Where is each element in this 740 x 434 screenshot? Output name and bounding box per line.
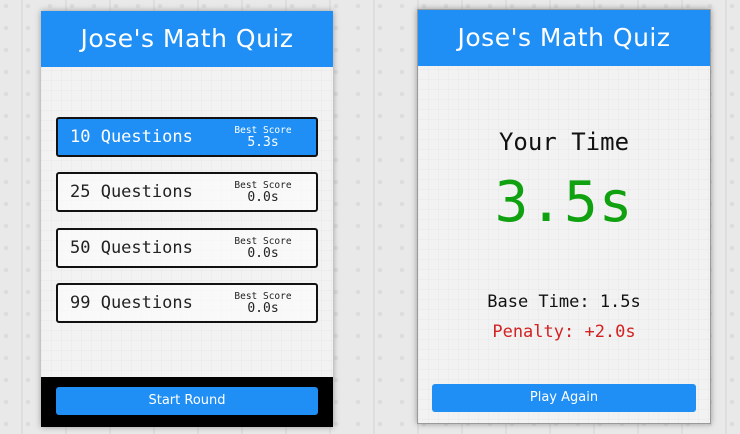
best-score: Best Score 5.3s (228, 125, 298, 150)
option-10-questions[interactable]: 10 Questions Best Score 5.3s (56, 117, 318, 157)
option-label: 10 Questions (70, 127, 193, 147)
option-label: 50 Questions (70, 238, 193, 258)
best-score: Best Score 0.0s (228, 291, 298, 316)
best-score-value: 5.3s (247, 135, 279, 150)
your-time-heading: Your Time (498, 128, 630, 156)
best-score-value: 0.0s (247, 301, 279, 316)
score-card: Jose's Math Quiz Your Time 3.5s Base Tim… (417, 9, 711, 424)
base-time-text: Base Time: 1.5s (487, 292, 641, 312)
option-50-questions[interactable]: 50 Questions Best Score 0.0s (56, 228, 318, 268)
best-score-value: 0.0s (247, 246, 279, 261)
option-label: 25 Questions (70, 182, 193, 202)
best-score: Best Score 0.0s (228, 180, 298, 205)
start-round-button[interactable]: Start Round (56, 387, 318, 415)
penalty-text: Penalty: +2.0s (492, 322, 636, 342)
quiz-title-header: Jose's Math Quiz (41, 11, 333, 67)
option-label: 99 Questions (70, 293, 193, 313)
option-25-questions[interactable]: 25 Questions Best Score 0.0s (56, 172, 318, 212)
footer-bar: Start Round (41, 377, 333, 427)
best-score: Best Score 0.0s (228, 236, 298, 261)
final-time-value: 3.5s (494, 170, 634, 235)
play-again-button[interactable]: Play Again (432, 384, 696, 412)
question-select-card: Jose's Math Quiz 10 Questions Best Score… (41, 11, 333, 427)
option-99-questions[interactable]: 99 Questions Best Score 0.0s (56, 283, 318, 323)
best-score-value: 0.0s (247, 190, 279, 205)
quiz-title-header: Jose's Math Quiz (418, 10, 710, 66)
